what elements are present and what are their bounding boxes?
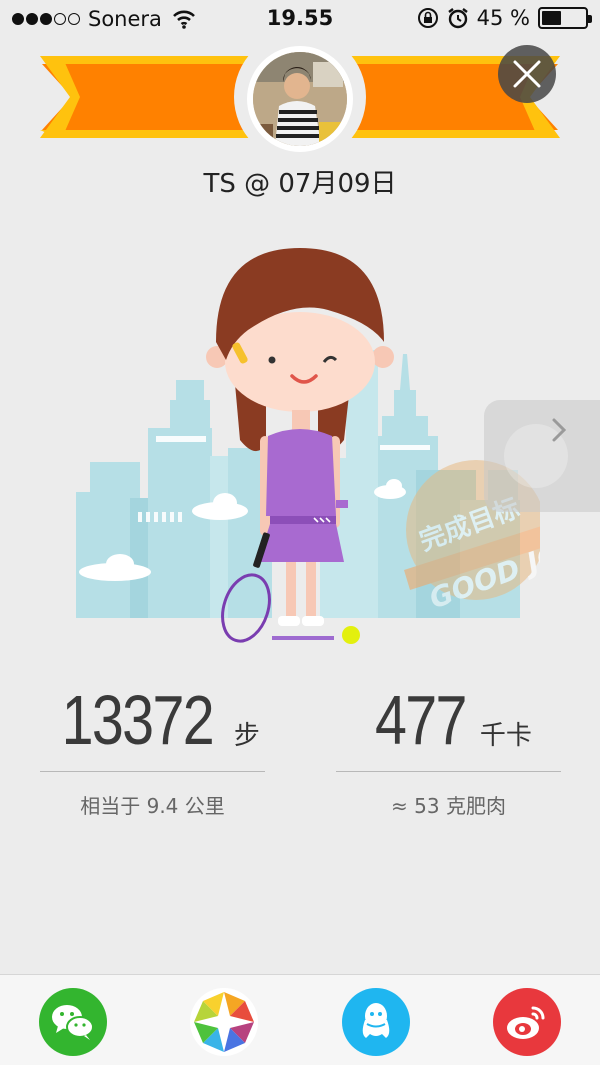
share-qq-button[interactable] [342, 988, 410, 1056]
moments-icon [194, 992, 254, 1052]
user-avatar[interactable] [247, 46, 353, 152]
battery-icon [538, 7, 592, 29]
status-bar: Sonera 19.55 45 % [0, 0, 600, 40]
divider [40, 771, 265, 772]
battery-percent: 45 % [476, 6, 530, 30]
alarm-icon [447, 8, 468, 29]
share-wechat-button[interactable] [39, 988, 107, 1056]
close-button[interactable] [498, 45, 556, 103]
avatar-photo [253, 52, 347, 146]
orientation-lock-icon [417, 8, 438, 28]
calories-value: 477 [375, 681, 467, 759]
calories-equivalent: ≈ 53 克肥肉 [391, 794, 506, 818]
page-title: TS @ 07月09日 [203, 169, 397, 199]
steps-value: 13372 [61, 681, 215, 759]
qq-icon [362, 1003, 390, 1038]
divider [336, 771, 561, 772]
girl-tennis-illustration: 完成目标 GOOD JOB [76, 248, 540, 644]
status-right: 45 % [417, 6, 592, 30]
calories-unit: 千卡 [479, 721, 532, 751]
share-weibo-button[interactable] [493, 988, 561, 1056]
steps-unit: 步 [233, 721, 260, 751]
steps-distance: 相当于 9.4 公里 [80, 794, 225, 818]
share-bar [0, 974, 600, 1065]
chevron-right-icon [504, 418, 568, 488]
steps-stat: 13372 步 相当于 9.4 公里 [40, 680, 265, 819]
weibo-icon [507, 1006, 545, 1039]
wechat-icon [52, 1005, 94, 1040]
calories-stat: 477 千卡 ≈ 53 克肥肉 [336, 680, 561, 819]
close-icon [513, 60, 541, 88]
share-moments-button[interactable] [190, 988, 258, 1056]
side-pull-tab[interactable] [484, 400, 600, 512]
